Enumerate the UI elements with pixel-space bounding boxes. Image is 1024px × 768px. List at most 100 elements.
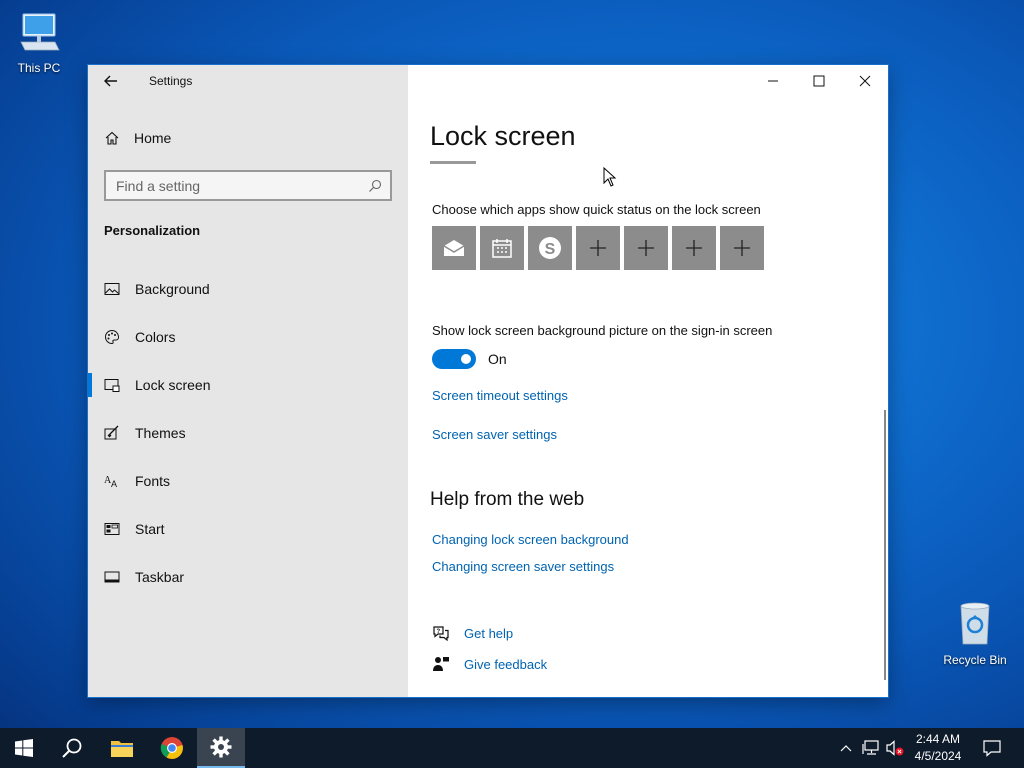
maximize-button[interactable] bbox=[796, 65, 842, 97]
picture-icon bbox=[104, 283, 120, 295]
sidebar-item-taskbar[interactable]: Taskbar bbox=[88, 553, 408, 601]
quick-status-app-mail[interactable] bbox=[432, 226, 476, 270]
svg-text:S: S bbox=[545, 241, 556, 258]
home-label: Home bbox=[134, 130, 172, 146]
quick-status-app-skype[interactable]: S bbox=[528, 226, 572, 270]
computer-icon bbox=[20, 13, 60, 51]
clock-time: 2:44 AM bbox=[915, 732, 961, 746]
file-explorer-button[interactable] bbox=[98, 728, 146, 768]
feedback-icon bbox=[433, 657, 449, 671]
chrome-button[interactable] bbox=[148, 728, 196, 768]
quick-status-app-calendar[interactable] bbox=[480, 226, 524, 270]
folder-icon bbox=[111, 741, 133, 757]
start-button[interactable] bbox=[0, 728, 48, 768]
quick-status-add-slot[interactable] bbox=[624, 226, 668, 270]
sidebar-item-background[interactable]: Background bbox=[88, 265, 408, 313]
network-icon bbox=[862, 740, 879, 755]
get-help-row[interactable]: ? Get help bbox=[432, 624, 513, 642]
sidebar-item-fonts[interactable]: A A Fonts bbox=[88, 457, 408, 505]
title-underline bbox=[430, 161, 476, 164]
mouse-cursor-icon bbox=[603, 167, 617, 187]
home-link[interactable]: Home bbox=[104, 127, 171, 149]
fonts-icon: A A bbox=[104, 475, 117, 489]
chevron-up-icon bbox=[840, 745, 852, 752]
scrollbar[interactable] bbox=[884, 410, 886, 680]
sidebar: Settings Home Personalization Backgroun bbox=[88, 65, 408, 697]
quick-status-add-slot[interactable] bbox=[672, 226, 716, 270]
chrome-icon bbox=[160, 737, 183, 759]
search-box[interactable] bbox=[104, 170, 392, 201]
volume-muted-icon bbox=[886, 740, 904, 756]
clock-date: 4/5/2024 bbox=[914, 749, 962, 763]
sidebar-item-colors[interactable]: Colors bbox=[88, 313, 408, 361]
sidebar-item-label: Colors bbox=[135, 329, 176, 345]
sidebar-item-label: Fonts bbox=[135, 473, 171, 489]
minimize-icon bbox=[768, 80, 778, 82]
search-icon bbox=[62, 738, 82, 758]
search-taskbar-button[interactable] bbox=[48, 728, 96, 768]
quick-status-add-slot[interactable] bbox=[576, 226, 620, 270]
taskbar-icon bbox=[104, 571, 120, 583]
sidebar-item-lock-screen[interactable]: Lock screen bbox=[88, 361, 408, 409]
action-center-button[interactable] bbox=[974, 728, 1010, 768]
show-hidden-icons-button[interactable] bbox=[836, 728, 856, 768]
sidebar-item-start[interactable]: Start bbox=[88, 505, 408, 553]
notification-icon bbox=[983, 740, 1001, 757]
plus-icon bbox=[686, 240, 702, 256]
help-link-lock-screen-bg[interactable]: Changing lock screen background bbox=[432, 532, 629, 547]
network-tray-icon[interactable] bbox=[860, 728, 882, 768]
sidebar-item-label: Start bbox=[135, 521, 165, 537]
windows-logo-icon bbox=[15, 739, 33, 757]
quick-status-apps: S bbox=[432, 226, 768, 270]
plus-icon bbox=[734, 240, 750, 256]
themes-icon bbox=[104, 425, 119, 440]
signin-bg-toggle[interactable] bbox=[432, 349, 476, 369]
screen-saver-link[interactable]: Screen saver settings bbox=[432, 427, 557, 442]
get-help-link[interactable]: Get help bbox=[464, 626, 513, 641]
sidebar-item-themes[interactable]: Themes bbox=[88, 409, 408, 457]
settings-window: Settings Home Personalization Backgroun bbox=[88, 65, 888, 697]
sidebar-item-label: Background bbox=[135, 281, 210, 297]
app-title: Settings bbox=[149, 74, 193, 88]
give-feedback-link[interactable]: Give feedback bbox=[464, 657, 547, 672]
close-button[interactable] bbox=[842, 65, 888, 97]
recycle-bin-label: Recycle Bin bbox=[943, 653, 1007, 667]
chat-help-icon: ? bbox=[433, 626, 449, 642]
quick-status-label: Choose which apps show quick status on t… bbox=[432, 202, 761, 217]
search-icon[interactable] bbox=[368, 179, 382, 193]
settings-taskbar-button[interactable] bbox=[197, 728, 245, 768]
minimize-button[interactable] bbox=[750, 65, 796, 97]
desktop-icon-recycle-bin[interactable]: Recycle Bin bbox=[937, 600, 1013, 667]
this-pc-label: This PC bbox=[17, 61, 61, 75]
desktop-icon-this-pc[interactable]: This PC bbox=[1, 8, 77, 75]
gear-icon bbox=[210, 736, 232, 758]
page-title: Lock screen bbox=[430, 121, 576, 151]
main-content: Lock screen Choose which apps show quick… bbox=[408, 65, 888, 697]
taskbar: 2:44 AM 4/5/2024 bbox=[0, 728, 1024, 768]
plus-icon bbox=[638, 240, 654, 256]
svg-text:A: A bbox=[111, 479, 117, 489]
calendar-icon bbox=[492, 239, 512, 258]
sidebar-item-label: Themes bbox=[135, 425, 186, 441]
window-controls bbox=[750, 65, 888, 97]
recycle-bin-icon bbox=[960, 602, 990, 645]
signin-bg-toggle-row: On bbox=[432, 349, 507, 369]
maximize-icon bbox=[813, 75, 825, 87]
back-button[interactable] bbox=[100, 71, 122, 91]
title-bar[interactable]: Settings bbox=[88, 65, 408, 97]
palette-icon bbox=[105, 329, 120, 345]
section-title: Personalization bbox=[104, 223, 201, 238]
plus-icon bbox=[590, 240, 606, 256]
toggle-state-label: On bbox=[488, 351, 507, 367]
search-input[interactable] bbox=[116, 177, 368, 194]
give-feedback-row[interactable]: Give feedback bbox=[432, 655, 547, 673]
help-section-title: Help from the web bbox=[430, 489, 585, 510]
screen-timeout-link[interactable]: Screen timeout settings bbox=[432, 388, 568, 403]
help-link-screen-saver[interactable]: Changing screen saver settings bbox=[432, 559, 614, 574]
clock[interactable]: 2:44 AM 4/5/2024 bbox=[906, 731, 970, 765]
quick-status-add-slot[interactable] bbox=[720, 226, 764, 270]
sidebar-item-label: Lock screen bbox=[135, 377, 211, 393]
volume-tray-icon[interactable] bbox=[884, 728, 906, 768]
back-arrow-icon bbox=[104, 75, 117, 87]
skype-icon: S bbox=[539, 237, 561, 259]
